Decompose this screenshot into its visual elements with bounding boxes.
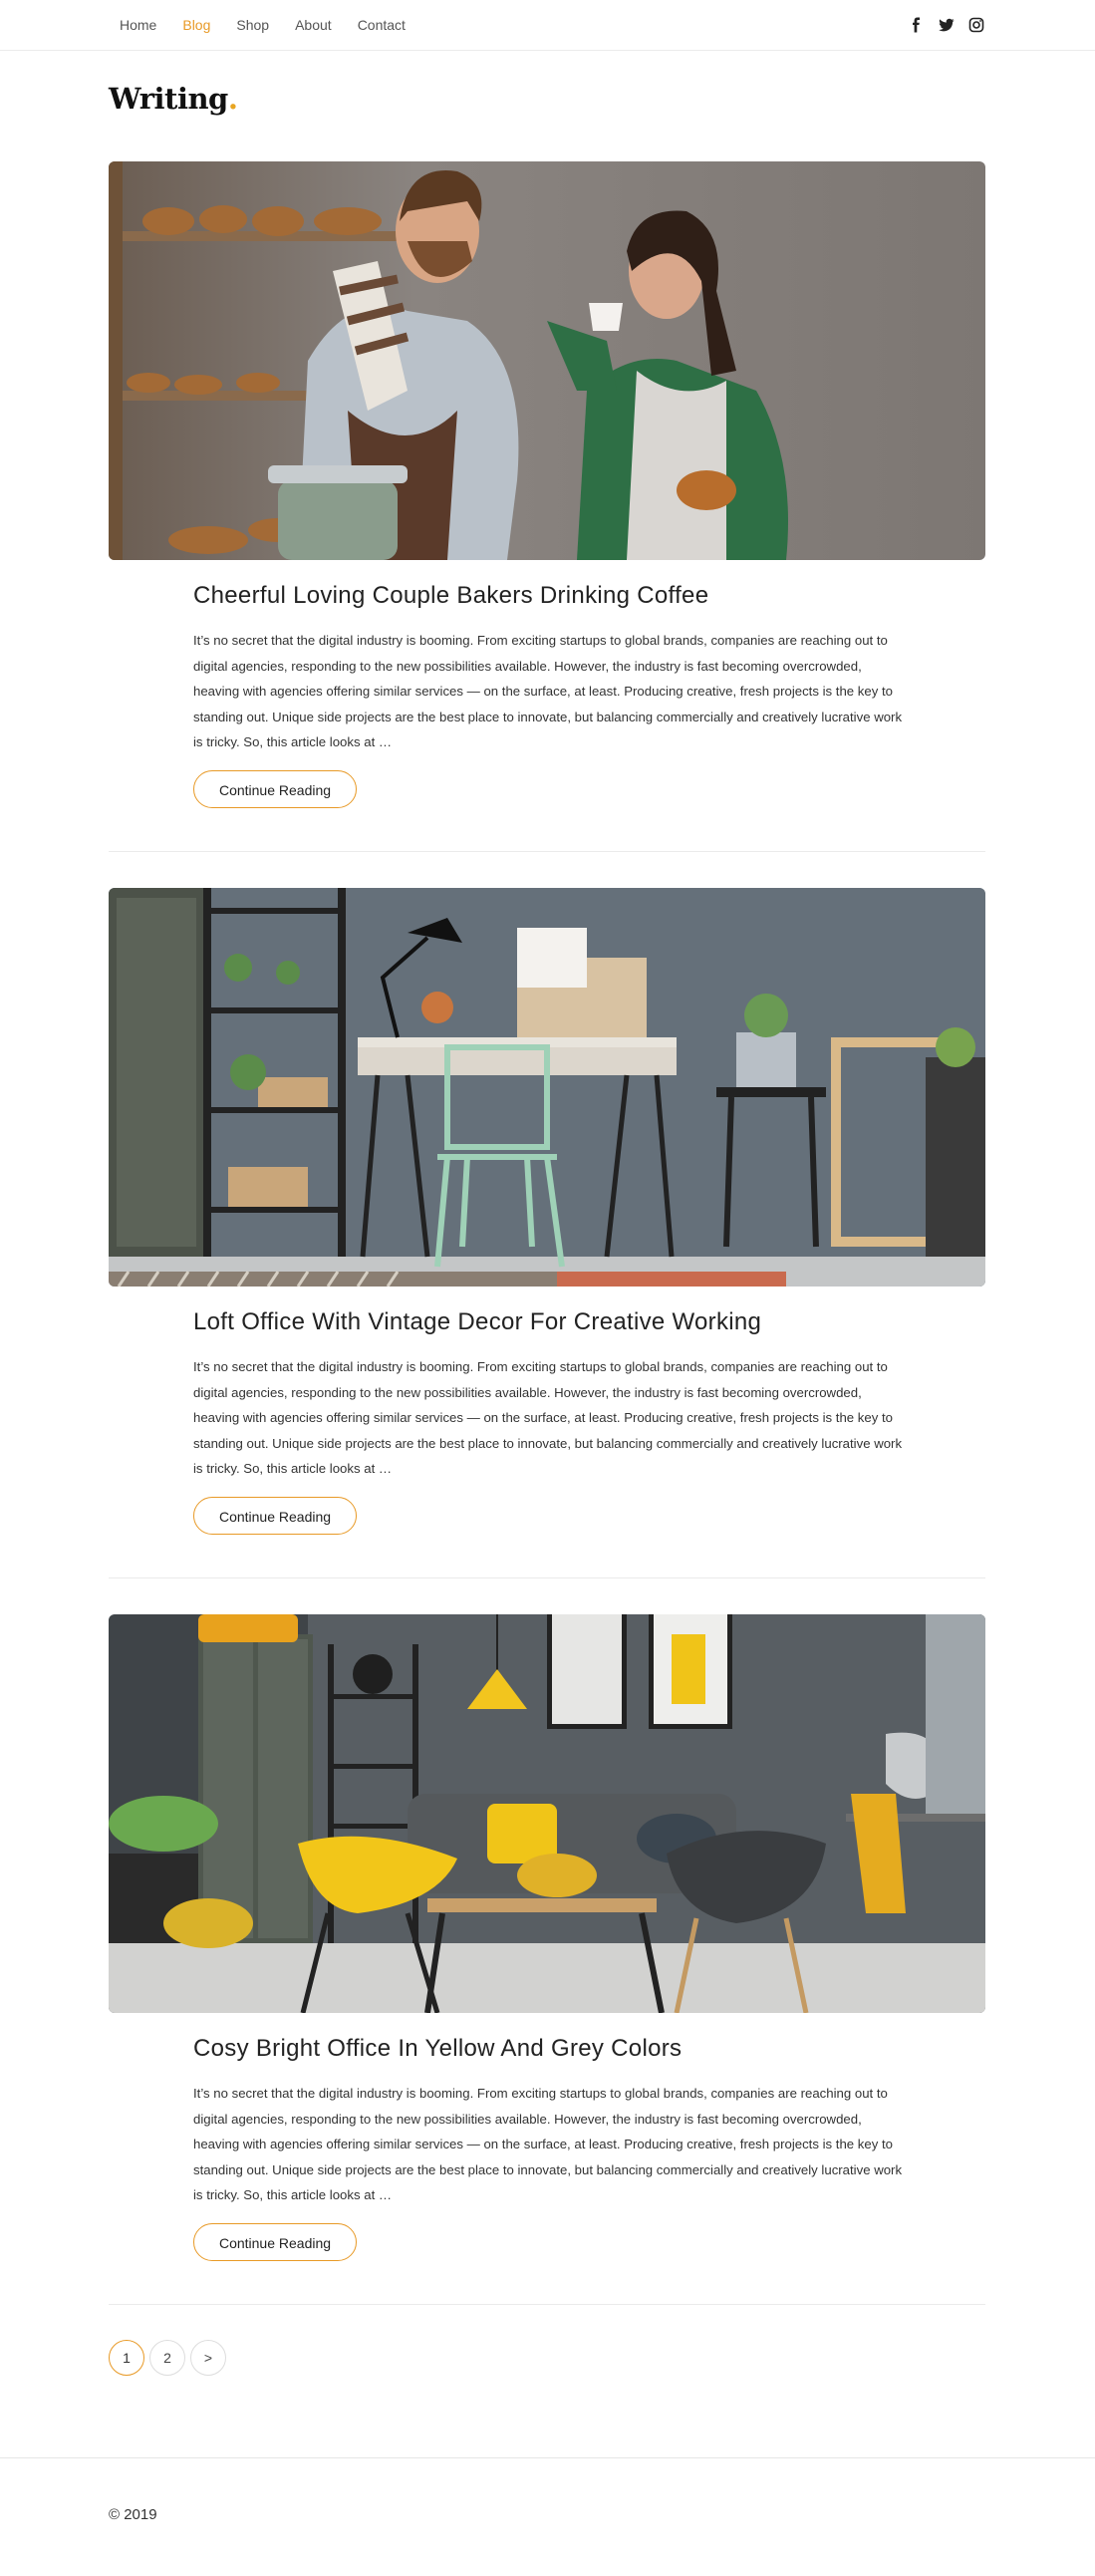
loft-office-photo (109, 888, 985, 1287)
nav-blog[interactable]: Blog (182, 17, 210, 33)
social-links (896, 0, 985, 50)
post-divider (109, 851, 985, 852)
instagram-icon[interactable] (967, 16, 985, 34)
site-logo[interactable]: Writing. (109, 82, 238, 116)
post-image-yellow-office[interactable] (109, 1614, 985, 2013)
post-divider (109, 1577, 985, 1578)
copyright-text: © 2019 (109, 2506, 157, 2523)
twitter-icon[interactable] (938, 16, 956, 34)
post-title[interactable]: Loft Office With Vintage Decor For Creat… (193, 1308, 761, 1336)
nav-contact[interactable]: Contact (358, 17, 406, 33)
page-1-button[interactable]: 1 (109, 2340, 144, 2376)
yellow-office-photo (109, 1614, 985, 2013)
post-excerpt: It’s no secret that the digital industry… (193, 633, 903, 749)
post-image-loft-office[interactable] (109, 888, 985, 1287)
bakers-photo (109, 161, 985, 560)
footer-divider (0, 2457, 1095, 2458)
pagination: 1 2 > (109, 2340, 231, 2376)
continue-reading-button[interactable]: Continue Reading (193, 1497, 357, 1535)
continue-reading-button[interactable]: Continue Reading (193, 770, 357, 808)
post-title[interactable]: Cheerful Loving Couple Bakers Drinking C… (193, 582, 708, 610)
post-image-bakers[interactable] (109, 161, 985, 560)
facebook-icon[interactable] (908, 16, 926, 34)
logo-text: Writing (109, 82, 228, 116)
nav-about[interactable]: About (295, 17, 332, 33)
nav-shop[interactable]: Shop (236, 17, 269, 33)
post-title[interactable]: Cosy Bright Office In Yellow And Grey Co… (193, 2035, 682, 2063)
continue-reading-button[interactable]: Continue Reading (193, 2223, 357, 2261)
post-excerpt: It’s no secret that the digital industry… (193, 2086, 903, 2202)
post-divider (109, 2304, 985, 2305)
post-excerpt: It’s no secret that the digital industry… (193, 1359, 903, 1476)
nav-home[interactable]: Home (120, 17, 156, 33)
page-2-button[interactable]: 2 (149, 2340, 185, 2376)
main-nav: Home Blog Shop About Contact (120, 0, 431, 50)
top-bar: Home Blog Shop About Contact (0, 0, 1095, 51)
logo-dot: . (227, 82, 238, 116)
next-page-button[interactable]: > (190, 2340, 226, 2376)
